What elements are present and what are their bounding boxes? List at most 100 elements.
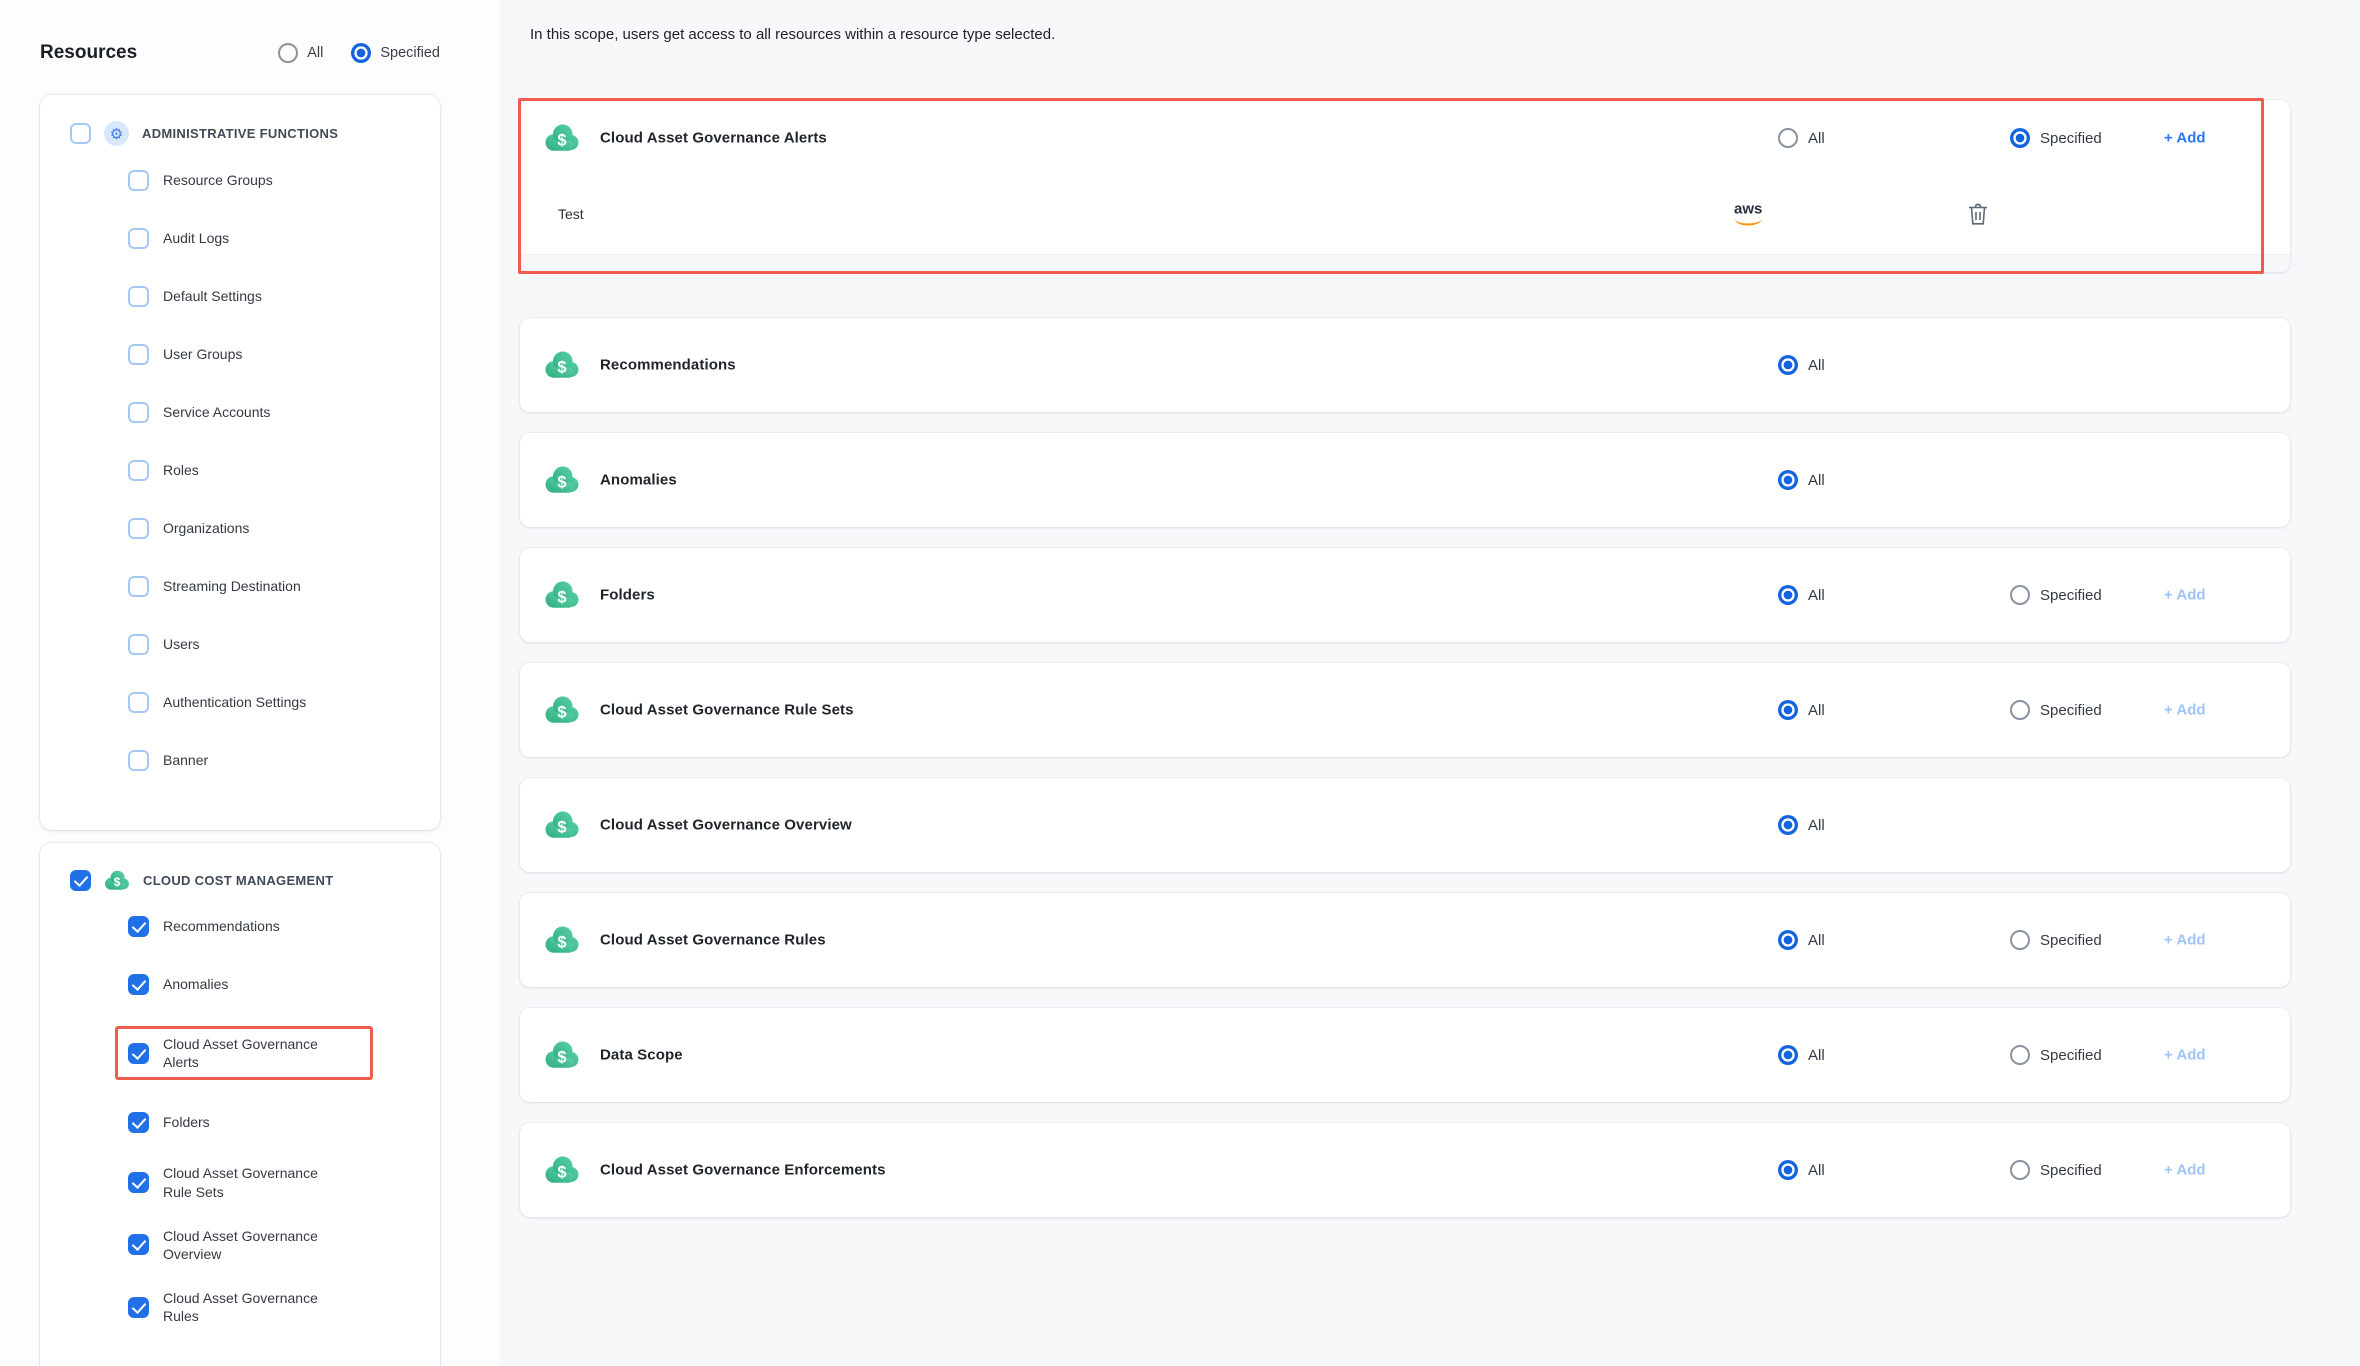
cloud-dollar-icon: $ [544, 579, 580, 611]
resource-row-anomalies: $ Anomalies All [520, 433, 2290, 527]
sidebar-item-service-accounts[interactable]: Service Accounts [128, 396, 440, 428]
resource-row-cloud-asset-governance-rules: $ Cloud Asset Governance Rules All Speci… [520, 893, 2290, 987]
checkbox-unchecked-icon[interactable] [128, 518, 149, 539]
specified-radio[interactable]: Specified [2010, 1160, 2102, 1180]
aws-logo-icon: aws [1734, 201, 1762, 226]
checkbox-unchecked-icon[interactable] [128, 286, 149, 307]
sidebar-item-folders[interactable]: Folders [128, 1106, 440, 1138]
sidebar-item-users[interactable]: Users [128, 628, 440, 660]
specified-radio[interactable]: Specified [2010, 1045, 2102, 1065]
specified-resource-row: Test aws [520, 176, 2290, 252]
svg-text:$: $ [557, 1049, 566, 1067]
resources-all-radio[interactable]: All [278, 43, 323, 63]
radio-unselected-icon[interactable] [2010, 1160, 2030, 1180]
sidebar-item-streaming-destination[interactable]: Streaming Destination [128, 570, 440, 602]
resources-specified-radio[interactable]: Specified [351, 43, 440, 63]
sidebar-item-cloud-asset-governance-rule-sets[interactable]: Cloud Asset Governance Rule Sets [128, 1164, 440, 1200]
radio-selected-icon[interactable] [2010, 128, 2030, 148]
add-button[interactable]: + Add [2164, 1047, 2206, 1064]
checkbox-checked-icon[interactable] [128, 1234, 149, 1255]
sidebar-item-resource-groups[interactable]: Resource Groups [128, 164, 440, 196]
radio-selected-icon[interactable] [1778, 470, 1798, 490]
resource-row-recommendations: $ Recommendations All [520, 318, 2290, 412]
all-radio[interactable]: All [1778, 815, 1825, 835]
cloud-dollar-icon: $ [544, 1039, 580, 1071]
all-radio[interactable]: All [1778, 128, 1825, 148]
add-button[interactable]: + Add [2164, 130, 2206, 147]
checkbox-checked-icon[interactable] [70, 870, 91, 891]
radio-unselected-icon[interactable] [2010, 700, 2030, 720]
radio-selected-icon[interactable] [1778, 1160, 1798, 1180]
radio-selected-icon[interactable] [1778, 815, 1798, 835]
add-button[interactable]: + Add [2164, 1162, 2206, 1179]
trash-icon[interactable] [1966, 201, 1990, 227]
svg-text:$: $ [557, 474, 566, 492]
resource-type-title: Cloud Asset Governance Alerts [600, 130, 827, 147]
sidebar-item-cloud-asset-governance-alerts[interactable]: Cloud Asset Governance Alerts [115, 1026, 373, 1080]
resource-type-title: Data Scope [600, 1047, 683, 1064]
radio-selected-icon[interactable] [351, 43, 371, 63]
checkbox-unchecked-icon[interactable] [128, 402, 149, 423]
sidebar-item-user-groups[interactable]: User Groups [128, 338, 440, 370]
checkbox-checked-icon[interactable] [128, 1172, 149, 1193]
sidebar-item-default-settings[interactable]: Default Settings [128, 280, 440, 312]
checkbox-unchecked-icon[interactable] [128, 750, 149, 771]
checkbox-unchecked-icon[interactable] [128, 576, 149, 597]
all-radio[interactable]: All [1778, 930, 1825, 950]
checkbox-unchecked-icon[interactable] [70, 123, 91, 144]
radio-selected-icon[interactable] [1778, 1045, 1798, 1065]
specified-radio[interactable]: Specified [2010, 930, 2102, 950]
svg-text:$: $ [114, 875, 121, 889]
sidebar-item-recommendations[interactable]: Recommendations [128, 910, 440, 942]
sidebar-item-cloud-asset-governance-overview[interactable]: Cloud Asset Governance Overview [128, 1227, 440, 1263]
radio-unselected-icon[interactable] [1778, 128, 1798, 148]
radio-selected-icon[interactable] [1778, 355, 1798, 375]
all-radio[interactable]: All [1778, 1045, 1825, 1065]
card-footer-strip [520, 254, 2290, 272]
svg-text:$: $ [557, 132, 566, 150]
add-button[interactable]: + Add [2164, 587, 2206, 604]
checkbox-unchecked-icon[interactable] [128, 692, 149, 713]
checkbox-checked-icon[interactable] [128, 1112, 149, 1133]
checkbox-checked-icon[interactable] [128, 916, 149, 937]
cloud-cost-management-header: $ CLOUD COST MANAGEMENT [40, 843, 440, 898]
specified-radio[interactable]: Specified [2010, 585, 2102, 605]
all-radio[interactable]: All [1778, 700, 1825, 720]
all-radio[interactable]: All [1778, 585, 1825, 605]
resource-type-title: Cloud Asset Governance Rules [600, 932, 826, 949]
radio-unselected-icon[interactable] [2010, 1045, 2030, 1065]
specified-radio[interactable]: Specified [2010, 128, 2102, 148]
specified-radio[interactable]: Specified [2010, 700, 2102, 720]
sidebar-item-anomalies[interactable]: Anomalies [128, 968, 440, 1000]
radio-unselected-icon[interactable] [2010, 585, 2030, 605]
add-button[interactable]: + Add [2164, 702, 2206, 719]
checkbox-checked-icon[interactable] [128, 974, 149, 995]
radio-selected-icon[interactable] [1778, 585, 1798, 605]
sidebar-item-authentication-settings[interactable]: Authentication Settings [128, 686, 440, 718]
sidebar-item-organizations[interactable]: Organizations [128, 512, 440, 544]
all-radio[interactable]: All [1778, 1160, 1825, 1180]
resource-row-cloud-asset-governance-rule-sets: $ Cloud Asset Governance Rule Sets All S… [520, 663, 2290, 757]
radio-unselected-icon[interactable] [278, 43, 298, 63]
add-button[interactable]: + Add [2164, 932, 2206, 949]
all-radio[interactable]: All [1778, 355, 1825, 375]
checkbox-checked-icon[interactable] [128, 1043, 149, 1064]
all-radio[interactable]: All [1778, 470, 1825, 490]
scope-description: In this scope, users get access to all r… [530, 26, 1055, 43]
cloud-dollar-icon: $ [544, 924, 580, 956]
checkbox-unchecked-icon[interactable] [128, 634, 149, 655]
checkbox-checked-icon[interactable] [128, 1297, 149, 1318]
sidebar-item-cloud-asset-governance-rules[interactable]: Cloud Asset Governance Rules [128, 1289, 440, 1325]
resource-type-title: Recommendations [600, 357, 736, 374]
radio-selected-icon[interactable] [1778, 700, 1798, 720]
checkbox-unchecked-icon[interactable] [128, 228, 149, 249]
checkbox-unchecked-icon[interactable] [128, 344, 149, 365]
section-title: CLOUD COST MANAGEMENT [143, 873, 333, 888]
radio-unselected-icon[interactable] [2010, 930, 2030, 950]
radio-selected-icon[interactable] [1778, 930, 1798, 950]
checkbox-unchecked-icon[interactable] [128, 170, 149, 191]
sidebar-item-audit-logs[interactable]: Audit Logs [128, 222, 440, 254]
checkbox-unchecked-icon[interactable] [128, 460, 149, 481]
sidebar-item-roles[interactable]: Roles [128, 454, 440, 486]
sidebar-item-banner[interactable]: Banner [128, 744, 440, 776]
